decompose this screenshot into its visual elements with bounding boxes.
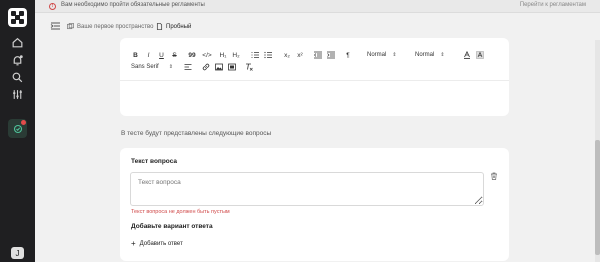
chevron-updown-icon: ⇕ <box>440 52 445 58</box>
breadcrumb-current: Пробный <box>156 23 191 30</box>
document-icon <box>156 23 163 30</box>
text-color-icon <box>464 51 470 59</box>
size-select-value: Normal <box>415 52 435 58</box>
bell-icon[interactable] <box>10 53 25 68</box>
underline-button[interactable]: U <box>157 50 166 60</box>
italic-button[interactable]: I <box>144 50 153 60</box>
strike-button[interactable]: S <box>170 50 179 60</box>
question-text-input[interactable] <box>130 172 484 206</box>
background-color-icon <box>476 51 484 59</box>
required-notice-bar: ! Вам необходимо пройти обязательные рег… <box>35 0 600 13</box>
align-button[interactable] <box>183 62 193 72</box>
questions-section-label: В тесте будут представлены следующие воп… <box>121 130 272 137</box>
bullet-list-button[interactable] <box>263 50 273 60</box>
notification-dot <box>21 120 26 125</box>
code-block-button[interactable]: </> <box>201 50 213 60</box>
indent-button[interactable] <box>326 50 336 60</box>
header-select[interactable]: Normal ⇕ <box>367 50 397 60</box>
header-select-value: Normal <box>367 52 387 58</box>
header1-button[interactable]: H₁ <box>218 50 228 60</box>
clear-format-button[interactable] <box>244 62 254 72</box>
chevron-updown-icon: ⇕ <box>168 64 173 70</box>
subscript-button[interactable]: x₂ <box>282 50 292 60</box>
answer-section-title: Добавьте вариант ответа <box>131 223 213 230</box>
warning-icon: ! <box>49 3 56 10</box>
link-button[interactable] <box>201 62 211 72</box>
breadcrumb-workspace[interactable]: Ваше первое пространство <box>67 23 153 30</box>
font-select[interactable]: Sans Serif ⇕ <box>131 62 173 72</box>
editor-card: B I U S 99 </> H₁ H₂ x₂ x² ¶ Normal ⇕ No… <box>120 38 509 116</box>
app-logo[interactable] <box>8 8 27 27</box>
font-select-value: Sans Serif <box>131 64 159 70</box>
align-left-icon <box>184 64 192 70</box>
ordered-list-icon <box>251 52 259 58</box>
bullet-list-icon <box>264 51 272 59</box>
image-icon <box>215 63 223 71</box>
toolbar-divider <box>120 80 509 81</box>
text-color-button[interactable] <box>462 50 472 60</box>
text-direction-button[interactable]: ¶ <box>343 50 353 60</box>
search-icon[interactable] <box>10 70 25 85</box>
question-title: Текст вопроса <box>131 158 178 165</box>
scrollbar-thumb[interactable] <box>595 140 600 255</box>
chevron-updown-icon: ⇕ <box>392 52 397 58</box>
image-button[interactable] <box>214 62 224 72</box>
bold-button[interactable]: B <box>131 50 140 60</box>
video-icon <box>228 63 236 71</box>
home-icon[interactable] <box>10 35 25 50</box>
size-select[interactable]: Normal ⇕ <box>415 50 445 60</box>
left-rail: J <box>0 0 35 262</box>
breadcrumb: Ваше первое пространство Пробный <box>35 18 590 36</box>
collapse-sidebar-icon[interactable] <box>50 21 61 31</box>
avatar[interactable]: J <box>11 247 24 259</box>
link-icon <box>202 63 210 71</box>
notice-message: Вам необходимо пройти обязательные регла… <box>61 2 205 8</box>
question-card: Текст вопроса Текст вопроса не должен бы… <box>120 148 509 261</box>
breadcrumb-workspace-label: Ваше первое пространство <box>77 23 154 30</box>
outdent-icon <box>314 51 322 59</box>
tests-icon[interactable] <box>8 119 27 138</box>
background-color-button[interactable] <box>475 50 485 60</box>
header2-button[interactable]: H₂ <box>231 50 241 60</box>
add-answer-button[interactable]: + Добавить ответ <box>131 239 183 248</box>
add-answer-label: Добавить ответ <box>139 241 183 247</box>
outdent-button[interactable] <box>313 50 323 60</box>
plus-icon: + <box>131 239 136 248</box>
indent-icon <box>327 51 335 59</box>
superscript-button[interactable]: x² <box>295 50 305 60</box>
video-button[interactable] <box>227 62 237 72</box>
ordered-list-button[interactable] <box>250 50 260 60</box>
go-to-regulations-link[interactable]: Перейти к регламентам <box>520 2 586 8</box>
filters-icon[interactable] <box>10 87 25 102</box>
question-error-message: Текст вопроса не должен быть пустым <box>131 209 230 215</box>
blockquote-button[interactable]: 99 <box>187 50 197 60</box>
clear-format-icon <box>246 63 253 71</box>
trash-icon[interactable] <box>490 172 498 180</box>
breadcrumb-current-label: Пробный <box>166 23 192 30</box>
workspace-icon <box>67 23 74 30</box>
